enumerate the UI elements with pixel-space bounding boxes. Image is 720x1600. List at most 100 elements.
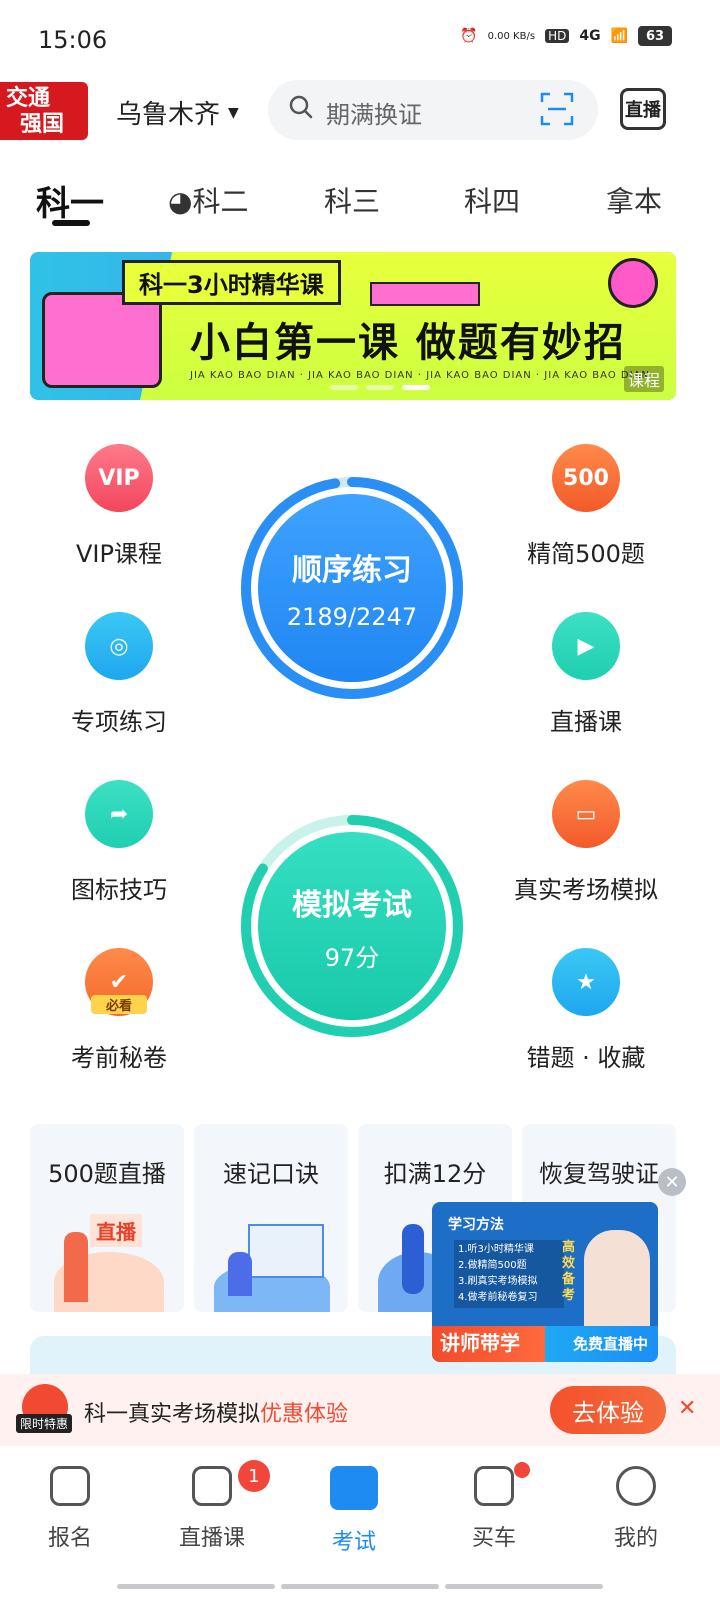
sign-tips-entry[interactable]: ➦ 图标技巧: [19, 780, 219, 905]
vip-icon: VIP: [85, 444, 153, 512]
vip-course-entry[interactable]: VIP VIP课程: [19, 444, 219, 569]
nav-buy-car-label: 买车: [471, 1526, 516, 1551]
video-camera-icon: ▶: [552, 612, 620, 680]
vip-course-label: VIP课程: [76, 540, 162, 568]
promo-close-icon[interactable]: ✕: [678, 1396, 696, 1421]
study-steps-list: 1.听3小时精华课 2.做精简500题 3.刷真实考场模拟 4.做考前秘卷复习: [454, 1240, 564, 1308]
cartoon-character-icon: [42, 292, 162, 388]
search-bar[interactable]: 期满换证: [268, 80, 598, 140]
carousel-dot: [330, 385, 358, 390]
register-icon: [50, 1466, 90, 1506]
real-exam-simulation-label: 真实考场模拟: [514, 876, 658, 904]
bottom-navigation: 报名 直播课 考试 买车 我的: [0, 1446, 720, 1600]
card-500-live[interactable]: 500题直播 直播: [30, 1124, 184, 1312]
scan-icon[interactable]: [540, 92, 574, 126]
mock-exam-score: 97分: [324, 943, 380, 972]
practice-progress: 2189/2247: [286, 603, 418, 631]
floating-live-free-label: 免费直播中: [572, 1335, 648, 1353]
nav-mine[interactable]: 我的: [576, 1466, 696, 1552]
study-step: 3.刷真实考场模拟: [458, 1276, 538, 1287]
simplified-500-label: 精简500题: [527, 540, 645, 568]
banner-badge: 课程: [623, 366, 664, 392]
floating-live-close-icon[interactable]: ✕: [658, 1168, 686, 1196]
tab-ke3[interactable]: 科三: [324, 180, 380, 220]
card-art-text: 直播: [90, 1214, 142, 1247]
500-icon: 500: [552, 444, 620, 512]
card-quick-memo[interactable]: 速记口诀: [194, 1124, 348, 1312]
live-course-entry[interactable]: ▶ 直播课: [486, 612, 686, 737]
banner-title: 小白第一课 做题有妙招: [190, 320, 626, 366]
sequential-practice-button[interactable]: 顺序练习 2189/2247: [238, 474, 466, 702]
banner-tag: 科一3小时精华课: [122, 260, 341, 305]
city-selector[interactable]: 乌鲁木齐 ▼: [116, 94, 239, 131]
carousel-dot: [366, 385, 394, 390]
live-tv-button[interactable]: 直播: [620, 88, 666, 130]
tab-naben[interactable]: 拿本: [606, 180, 662, 220]
card-title: 恢复驾驶证: [539, 1160, 659, 1188]
play-pause-graphic: [370, 282, 480, 306]
signal-icon: 4G: [579, 28, 601, 44]
battery-icon: 63: [638, 26, 672, 46]
special-practice-label: 专项练习: [71, 708, 167, 736]
turn-arrow-icon: [608, 258, 658, 308]
net-speed: 0.00 KB/s: [487, 30, 536, 42]
wifi-icon: 📶: [610, 28, 628, 44]
try-now-button[interactable]: 去体验: [550, 1386, 666, 1434]
presenter-avatar: [584, 1230, 650, 1330]
nav-buy-car[interactable]: 买车: [434, 1466, 554, 1552]
status-bar: 15:06 ⏰ 0.00 KB/s HD 4G 📶 63: [0, 0, 720, 80]
logo-line2: 强国: [20, 112, 65, 137]
study-step: 2.做精简500题: [458, 1260, 527, 1271]
top-header: 交通 强国 乌鲁木齐 ▼ 期满换证 直播: [0, 80, 720, 144]
exam-secret-entry[interactable]: ✔ 必看 考前秘卷: [19, 948, 219, 1073]
mock-exam-button[interactable]: 模拟考试 97分: [238, 812, 466, 1040]
special-practice-entry[interactable]: ◎ 专项练习: [19, 612, 219, 737]
card-title: 扣满12分: [383, 1160, 487, 1188]
search-icon: [289, 95, 313, 119]
tv-icon: [192, 1466, 232, 1506]
must-see-tag: 必看: [91, 995, 147, 1014]
wrong-questions-label: 错题 · 收藏: [526, 1044, 646, 1072]
live-course-label: 直播课: [550, 708, 622, 736]
sign-tips-label: 图标技巧: [71, 876, 167, 904]
tab-ke2-label: 科二: [192, 185, 249, 218]
status-icons: ⏰ 0.00 KB/s HD 4G 📶 63: [460, 26, 672, 46]
mock-exam-title: 模拟考试: [292, 887, 412, 923]
active-tab-indicator: [52, 220, 90, 226]
logo-line1: 交通: [6, 86, 51, 111]
card-title: 500题直播: [48, 1160, 166, 1188]
nav-mine-label: 我的: [613, 1526, 658, 1551]
real-exam-simulation-entry[interactable]: ▭ 真实考场模拟: [486, 780, 686, 905]
exam-folder-icon: [330, 1466, 378, 1510]
live-course-badge: 1: [238, 1460, 270, 1492]
jiaotong-qiangguo-logo[interactable]: 交通 强国: [0, 82, 88, 140]
hd-icon: HD: [545, 29, 570, 43]
tab-ke1[interactable]: 科一: [36, 176, 104, 225]
wrong-questions-entry[interactable]: ★ 错题 · 收藏: [486, 948, 686, 1073]
search-placeholder: 期满换证: [326, 101, 422, 129]
study-step: 1.听3小时精华课: [458, 1244, 534, 1255]
buy-car-red-dot: [514, 1462, 530, 1478]
home-indicator: [0, 1584, 720, 1590]
promo-main-text: 科一真实考场模拟: [84, 1402, 261, 1427]
caret-down-icon: ▼: [228, 104, 239, 121]
steering-wheel-icon: ◕: [168, 185, 193, 218]
nav-exam[interactable]: 考试: [294, 1466, 414, 1556]
floating-live-widget[interactable]: 学习方法 1.听3小时精华课 2.做精简500题 3.刷真实考场模拟 4.做考前…: [432, 1202, 658, 1362]
tab-ke2[interactable]: ◕科二: [168, 180, 248, 220]
bookmark-star-icon: ★: [552, 948, 620, 1016]
monitor-icon: ▭: [552, 780, 620, 848]
floating-live-teacher-label: 讲师带学: [440, 1331, 520, 1355]
simplified-500-entry[interactable]: 500 精简500题: [486, 444, 686, 569]
limited-offer-tag: 限时特惠: [16, 1414, 73, 1433]
status-time: 15:06: [38, 26, 108, 54]
exam-secret-label: 考前秘卷: [71, 1044, 167, 1072]
floating-live-title: 学习方法: [448, 1217, 504, 1233]
nav-register[interactable]: 报名: [10, 1466, 130, 1552]
car-icon: [474, 1466, 514, 1506]
tab-ke4[interactable]: 科四: [464, 180, 520, 220]
promo-bar[interactable]: 限时特惠 科一真实考场模拟优惠体验 去体验 ✕: [0, 1374, 720, 1446]
smile-icon: [616, 1466, 656, 1506]
course-banner[interactable]: 科一3小时精华课 小白第一课 做题有妙招 JIA KAO BAO DIAN · …: [30, 252, 676, 400]
city-label: 乌鲁木齐: [116, 100, 221, 130]
